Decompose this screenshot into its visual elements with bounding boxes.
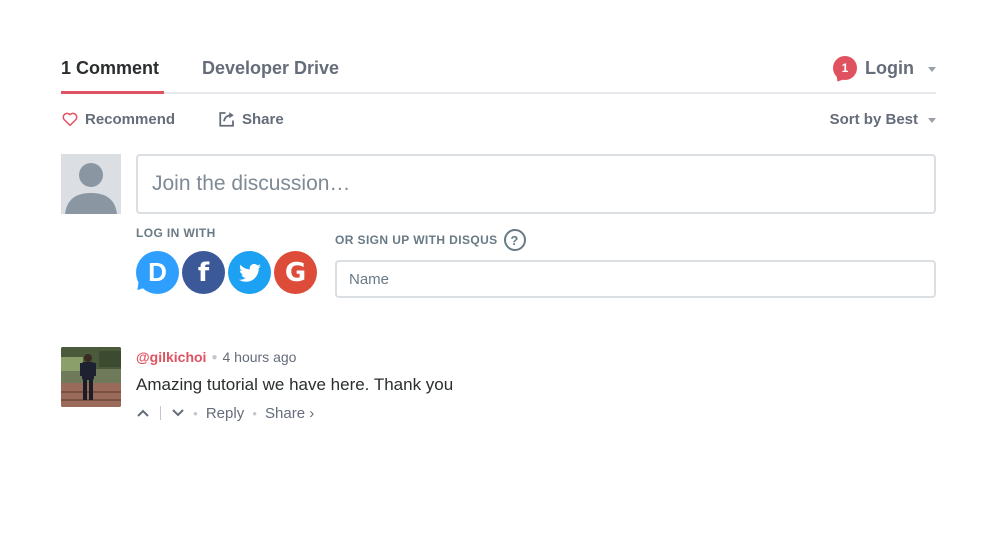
avatar [61,154,121,214]
signup-label-row: OR SIGN UP WITH DISQUS ? [335,228,526,252]
disqus-icon: D [148,257,167,287]
reply-link[interactable]: Reply [206,405,244,422]
name-field[interactable] [335,260,936,298]
downvote-icon[interactable] [171,406,185,420]
composer-placeholder: Join the discussion… [152,172,351,195]
tab-community[interactable]: Developer Drive [202,58,339,79]
facebook-login-button[interactable]: f [182,251,225,294]
twitter-login-button[interactable] [228,251,271,294]
share-label: Share [242,110,284,128]
disqus-thread: 1 Comment Developer Drive 1 Login Recomm… [61,0,936,560]
comment-textarea[interactable]: Join the discussion… [136,154,936,214]
default-avatar-icon [61,154,121,214]
thread-actions: Recommend Share Sort by Best [61,108,936,132]
user-photo-icon [61,347,121,407]
sort-dropdown[interactable]: Sort by Best [830,108,936,130]
notification-badge: 1 [833,56,858,80]
login-label: Login [865,57,914,78]
signup-label: OR SIGN UP WITH DISQUS [335,233,498,247]
comment-timestamp[interactable]: 4 hours ago [222,349,296,365]
social-login-buttons: D f G [136,251,320,295]
separator-dot: ● [211,351,218,363]
commenter-avatar[interactable] [61,347,121,407]
comment-author[interactable]: @gilkichoi [136,349,206,365]
google-login-button[interactable]: G [274,251,317,294]
vote-divider [160,406,161,420]
thread-nav: 1 Comment Developer Drive 1 Login [61,48,936,94]
tab-comments[interactable]: 1 Comment [61,58,159,79]
help-icon[interactable]: ? [503,229,526,251]
recommend-label: Recommend [85,110,176,128]
separator-dot: ● [193,408,198,418]
recommend-button[interactable]: Recommend [61,108,175,130]
sort-label: Sort by Best [829,110,918,128]
active-tab-underline [61,91,164,94]
share-button[interactable]: Share [218,108,284,130]
login-with-label: LOG IN WITH [136,226,216,240]
comment-footer: ● Reply ● Share › [136,403,314,423]
comment-share-link[interactable]: Share › [265,405,314,422]
share-icon [218,110,236,128]
login-menu[interactable]: 1 Login [833,56,936,80]
heart-icon [61,110,79,128]
comment-body: Amazing tutorial we have here. Thank you [136,375,454,394]
disqus-login-button[interactable]: D [136,251,179,294]
facebook-icon: f [197,257,210,288]
twitter-bird-icon [238,263,261,282]
help-glyph: ? [510,232,519,248]
comment-header: @gilkichoi ● 4 hours ago [136,349,296,365]
upvote-icon[interactable] [136,406,150,420]
google-icon: G [284,257,307,288]
chevron-down-icon [928,117,936,123]
separator-dot: ● [252,408,258,418]
chevron-down-icon [928,66,936,72]
